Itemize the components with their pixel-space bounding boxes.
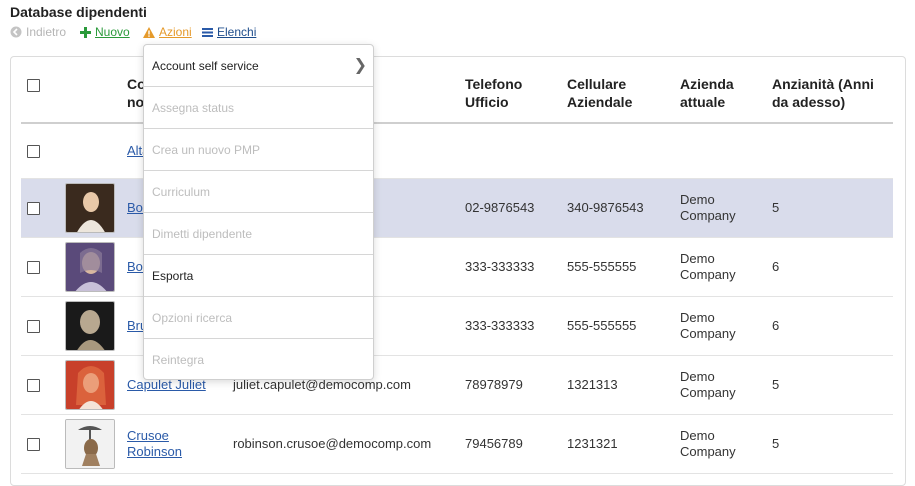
mobile-cell: 555-555555 (561, 237, 674, 297)
actions-label: Azioni (159, 25, 192, 39)
header-office-phone[interactable]: Telefono Ufficio (459, 67, 561, 124)
page-title: Database dipendenti (10, 4, 147, 20)
actions-dropdown-menu: Account self service ❯ Assegna status Cr… (143, 44, 374, 380)
menu-item-label: Reintegra (152, 353, 205, 367)
company-cell: Demo Company (674, 237, 766, 297)
mobile-cell: 1321313 (561, 355, 674, 415)
menu-item-account-self-service[interactable]: Account self service ❯ (144, 45, 373, 87)
seniority-cell: 6 (766, 296, 893, 356)
office-phone-cell: 333-333333 (459, 237, 561, 297)
header-photo (59, 67, 121, 124)
menu-item-reinstate: Reintegra (144, 339, 373, 381)
employee-photo (65, 418, 115, 469)
menu-item-curriculum: Curriculum (144, 171, 373, 213)
menu-item-label: Opzioni ricerca (152, 311, 233, 325)
office-phone-cell: 02-9876543 (459, 178, 561, 238)
header-mobile[interactable]: Cellulare Aziendale (561, 67, 674, 124)
new-button[interactable]: Nuovo (80, 25, 130, 39)
plus-icon (80, 26, 91, 38)
header-seniority[interactable]: Anzianità (Anni da adesso) (766, 67, 893, 124)
new-label: Nuovo (95, 25, 130, 39)
back-arrow-icon (10, 26, 22, 38)
row-checkbox[interactable] (27, 144, 40, 158)
company-cell (674, 123, 766, 179)
warning-icon (143, 26, 155, 38)
mobile-cell: 555-555555 (561, 296, 674, 356)
menu-item-label: Crea un nuovo PMP (152, 143, 261, 157)
employee-photo (65, 359, 115, 410)
back-button[interactable]: Indietro (10, 25, 66, 39)
employee-photo (65, 182, 115, 233)
table-row[interactable]: Crusoe Robinson robinson.crusoe@democomp… (21, 414, 893, 474)
office-phone-cell: 79456789 (459, 414, 561, 474)
seniority-cell: 5 (766, 178, 893, 238)
menu-item-label: Account self service (152, 59, 259, 73)
employee-photo (65, 300, 115, 351)
mobile-cell: 340-9876543 (561, 178, 674, 238)
seniority-cell: 5 (766, 414, 893, 474)
mobile-cell (561, 123, 674, 179)
menu-item-label: Assegna status (152, 101, 235, 115)
lists-label: Elenchi (217, 25, 257, 39)
seniority-cell: 5 (766, 355, 893, 415)
mobile-cell: 1231321 (561, 414, 674, 474)
select-all-checkbox[interactable] (27, 78, 40, 92)
menu-item-assign-status: Assegna status (144, 87, 373, 129)
row-checkbox[interactable] (27, 437, 40, 451)
row-checkbox[interactable] (27, 319, 40, 333)
office-phone-cell (459, 123, 561, 179)
employee-name-link[interactable]: Crusoe Robinson (127, 428, 182, 459)
menu-item-label: Curriculum (152, 185, 211, 199)
list-icon (202, 28, 213, 37)
company-cell: Demo Company (674, 414, 766, 474)
header-company[interactable]: Azienda attuale (674, 67, 766, 124)
menu-item-label: Esporta (152, 269, 194, 283)
office-phone-cell: 78978979 (459, 355, 561, 415)
row-checkbox[interactable] (27, 260, 40, 274)
menu-item-export[interactable]: Esporta (144, 255, 373, 297)
chevron-right-icon: ❯ (353, 57, 367, 74)
row-checkbox[interactable] (27, 201, 40, 215)
row-checkbox[interactable] (27, 378, 40, 392)
email-cell: robinson.crusoe@democomp.com (227, 414, 459, 474)
company-cell: Demo Company (674, 178, 766, 238)
actions-button[interactable]: Azioni (143, 25, 192, 39)
menu-item-dismiss-employee: Dimetti dipendente (144, 213, 373, 255)
lists-button[interactable]: Elenchi (202, 25, 256, 39)
seniority-cell: 6 (766, 237, 893, 297)
menu-item-label: Dimetti dipendente (152, 227, 253, 241)
company-cell: Demo Company (674, 355, 766, 415)
menu-item-search-options: Opzioni ricerca (144, 297, 373, 339)
office-phone-cell: 333-333333 (459, 296, 561, 356)
back-label: Indietro (26, 25, 67, 39)
employee-photo (65, 241, 115, 292)
menu-item-create-pmp: Crea un nuovo PMP (144, 129, 373, 171)
seniority-cell (766, 123, 893, 179)
company-cell: Demo Company (674, 296, 766, 356)
